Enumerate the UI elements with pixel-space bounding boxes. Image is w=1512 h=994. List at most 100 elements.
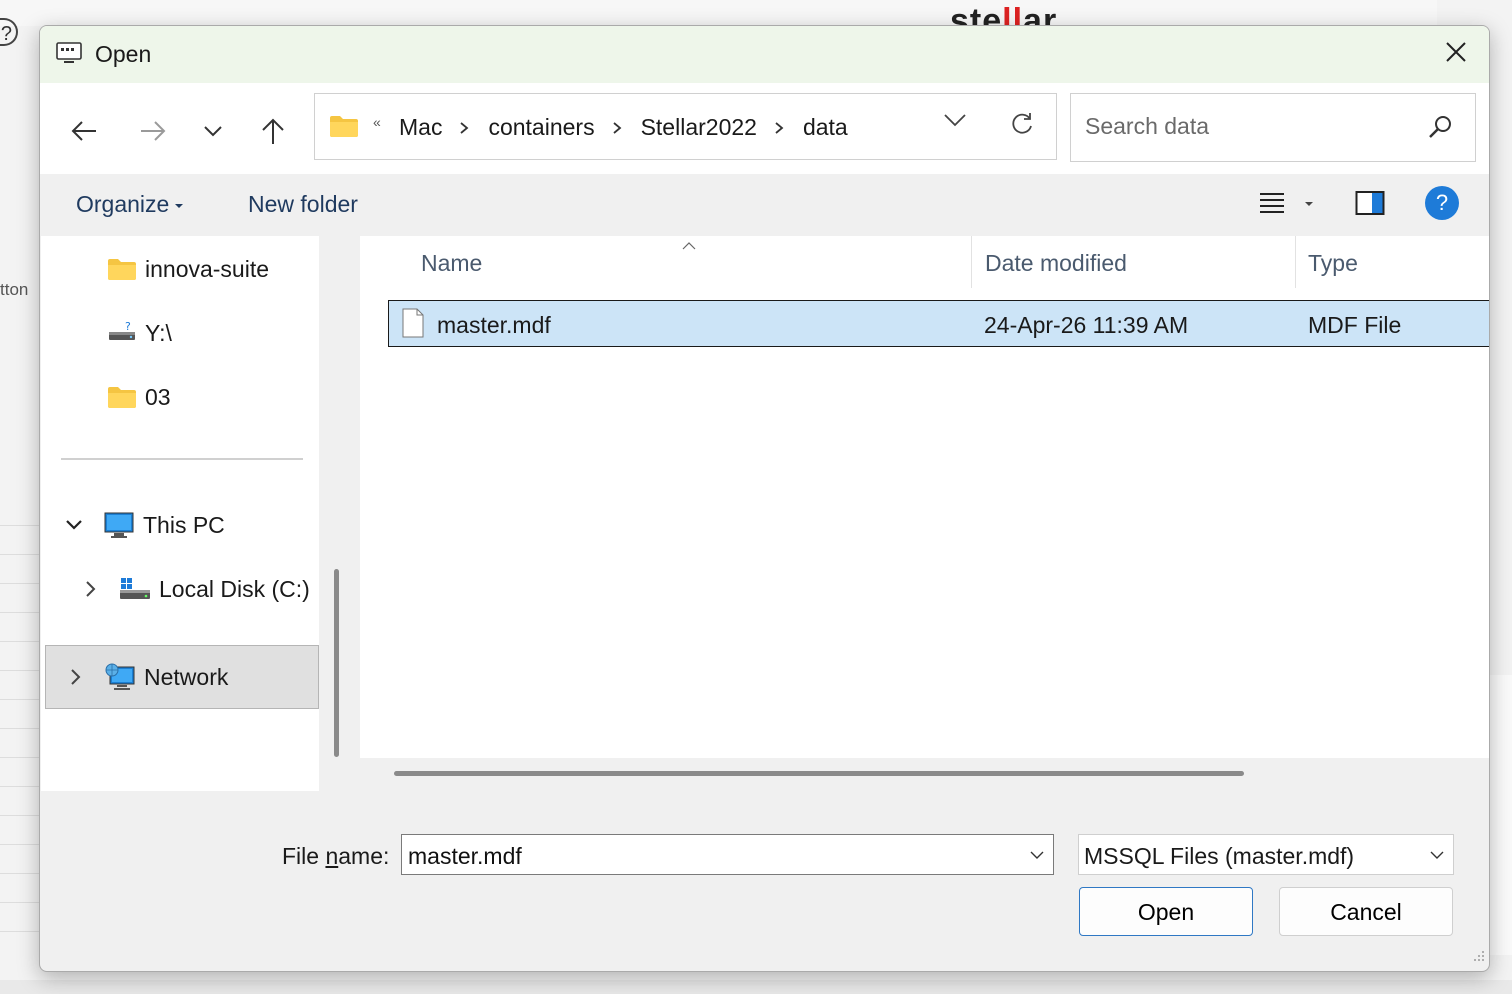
up-button[interactable]: [253, 113, 293, 153]
sidebar-item-local-disk-c[interactable]: Local Disk (C:): [85, 563, 310, 615]
sidebar-item-label: Y:\: [145, 319, 172, 346]
caret-down-icon: [175, 203, 184, 208]
column-header-date-modified[interactable]: Date modified: [985, 250, 1127, 277]
arrow-right-icon: [139, 119, 167, 148]
chevron-down-icon[interactable]: [65, 519, 83, 531]
sidebar-item-innova-suite[interactable]: innova-suite: [107, 243, 269, 295]
breadcrumb-mac[interactable]: Mac: [399, 114, 442, 141]
filename-label-post: ame:: [338, 843, 390, 869]
sidebar-item-label: Local Disk (C:): [159, 575, 310, 602]
dialog-app-icon: [56, 41, 82, 65]
sidebar-item-y-drive[interactable]: ? Y:\: [107, 307, 172, 359]
filename-input[interactable]: [406, 842, 1010, 871]
filename-label: File name:: [282, 843, 389, 870]
column-separator[interactable]: [1295, 236, 1296, 288]
sidebar-item-label: This PC: [143, 511, 225, 538]
horizontal-scrollbar-thumb[interactable]: [394, 771, 1244, 776]
arrow-left-icon: [70, 119, 98, 148]
organize-label: Organize: [76, 191, 170, 217]
nav-scrollbar-track: [319, 236, 359, 791]
file-type-value: MSSQL Files (master.mdf): [1084, 843, 1355, 869]
computer-icon: [103, 511, 135, 539]
nav-scrollbar-thumb[interactable]: [334, 569, 339, 757]
background-footer: [0, 980, 1512, 994]
sort-ascending-icon: [681, 238, 697, 256]
filename-label-accesskey: n: [325, 843, 339, 869]
new-folder-button[interactable]: New folder: [248, 191, 358, 218]
help-button[interactable]: ?: [1425, 186, 1459, 220]
column-separator[interactable]: [971, 236, 972, 288]
search-icon[interactable]: [1427, 114, 1453, 145]
chevron-right-icon[interactable]: [774, 121, 788, 135]
overflow-chevron-icon[interactable]: «: [373, 114, 381, 130]
breadcrumb-stellar2022[interactable]: Stellar2022: [641, 114, 757, 141]
organize-menu-button[interactable]: Organize: [76, 191, 184, 218]
chevron-right-icon[interactable]: [459, 121, 473, 135]
file-list: Name Date modified Type master.mdf 24-Ap…: [360, 236, 1489, 791]
background-panel: [1488, 675, 1512, 955]
folder-icon: [107, 385, 137, 409]
sidebar-item-this-pc[interactable]: This PC: [65, 499, 225, 551]
arrow-up-icon: [260, 117, 286, 150]
close-button[interactable]: [1423, 26, 1489, 83]
brand-red: ll: [1002, 2, 1024, 26]
navigation-pane: innova-suite ? Y:\ 03 This PC Local Disk…: [41, 236, 319, 791]
view-dropdown-caret-icon[interactable]: [1305, 202, 1313, 206]
search-box[interactable]: [1070, 93, 1476, 162]
file-icon: [401, 308, 425, 343]
view-options-button[interactable]: [1258, 190, 1286, 221]
breadcrumb-data[interactable]: data: [803, 114, 848, 141]
open-file-dialog: Open « Mac containers Stellar2022 data S…: [39, 25, 1490, 972]
close-icon: [1445, 41, 1467, 68]
background-lines: [0, 525, 40, 960]
nav-divider: [61, 458, 303, 460]
address-bar[interactable]: « Mac containers Stellar2022 data: [314, 93, 1057, 160]
chevron-right-icon[interactable]: [612, 121, 626, 135]
chevron-right-icon[interactable]: [85, 580, 97, 598]
recent-locations-button[interactable]: [193, 113, 233, 153]
background-toolbar: [0, 0, 1437, 26]
background-text-fragment: tton: [0, 280, 29, 299]
column-header-name[interactable]: Name: [421, 250, 482, 277]
back-button[interactable]: [64, 113, 104, 153]
sidebar-item-label: Network: [144, 663, 229, 690]
filename-combobox[interactable]: [401, 834, 1054, 875]
preview-pane-icon: [1355, 191, 1385, 220]
folder-icon: [107, 257, 137, 281]
sidebar-item-03[interactable]: 03: [107, 371, 171, 423]
forward-button[interactable]: [133, 113, 173, 153]
filename-label-pre: File: [282, 843, 326, 869]
breadcrumb: Mac containers Stellar2022 data: [399, 114, 848, 141]
preview-pane-button[interactable]: [1355, 190, 1385, 221]
refresh-icon[interactable]: [1009, 111, 1035, 142]
chevron-right-icon[interactable]: [70, 668, 82, 686]
chevron-down-icon: [203, 124, 223, 143]
resize-grip-icon[interactable]: [1471, 948, 1485, 967]
brand-suffix: ar: [1023, 2, 1058, 26]
file-date-modified: 24-Apr-26 11:39 AM: [984, 312, 1189, 338]
brand-prefix: ste: [950, 2, 1003, 26]
dialog-title: Open: [95, 41, 152, 67]
chevron-down-icon[interactable]: [1029, 847, 1045, 865]
network-icon: [104, 662, 136, 692]
svg-text:?: ?: [125, 320, 131, 333]
hard-drive-icon: [119, 575, 151, 603]
file-row-master-mdf[interactable]: master.mdf 24-Apr-26 11:39 AM MDF File: [388, 300, 1489, 347]
file-name: master.mdf: [437, 312, 551, 338]
sidebar-item-label: innova-suite: [145, 255, 270, 282]
search-input[interactable]: [1083, 112, 1407, 141]
sidebar-item-network[interactable]: Network: [45, 645, 319, 709]
open-button[interactable]: Open: [1079, 887, 1253, 936]
breadcrumb-containers[interactable]: containers: [488, 114, 594, 141]
cancel-button[interactable]: Cancel: [1279, 887, 1453, 936]
command-bar: Organize New folder ?: [40, 174, 1489, 236]
folder-icon: [329, 114, 359, 143]
sidebar-item-label: 03: [145, 383, 171, 410]
network-drive-disconnected-icon: ?: [107, 320, 137, 346]
address-history-dropdown-icon[interactable]: [943, 112, 967, 133]
chevron-down-icon: [1429, 847, 1445, 865]
title-bar: Open: [40, 26, 1489, 83]
column-header-type[interactable]: Type: [1308, 250, 1358, 277]
file-type-select[interactable]: MSSQL Files (master.mdf): [1078, 834, 1454, 875]
background-brand-logo: stellar: [950, 0, 1057, 26]
